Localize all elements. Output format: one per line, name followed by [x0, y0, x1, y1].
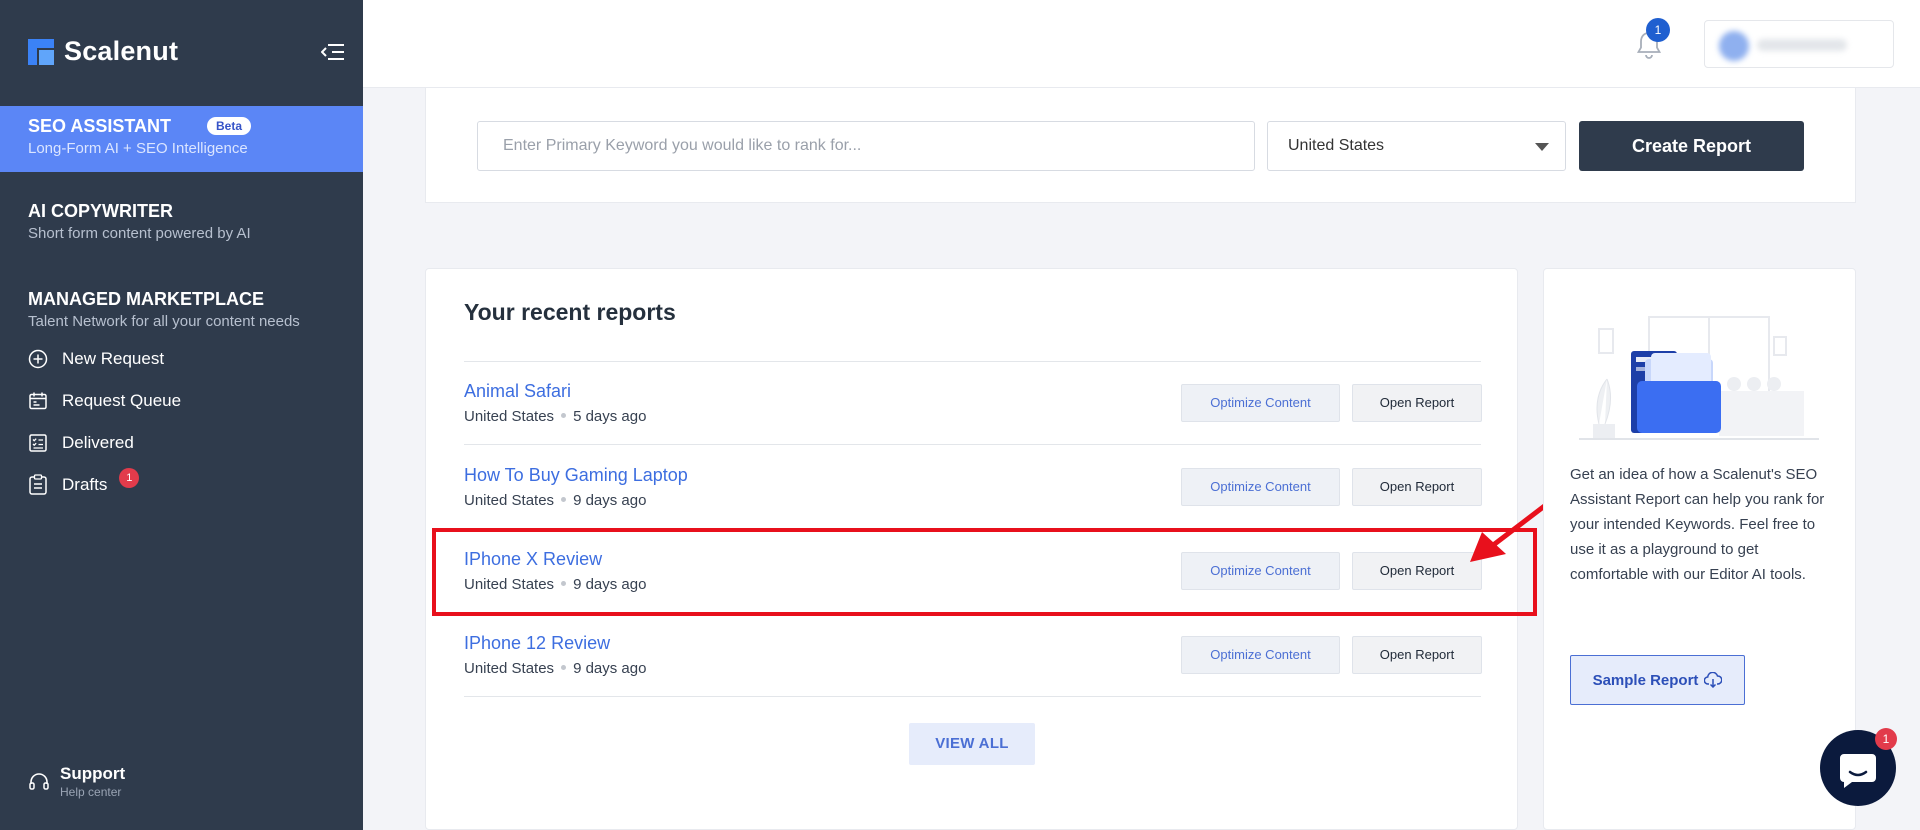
nav-title-text: SEO ASSISTANT	[28, 116, 172, 136]
headset-icon	[29, 772, 49, 790]
dot-separator	[561, 497, 567, 502]
nav-ai-copywriter[interactable]: AI COPYWRITER Short form content powered…	[0, 201, 363, 242]
sidebar-item-label: Drafts	[62, 475, 108, 494]
report-title-link[interactable]: Animal Safari	[464, 381, 571, 402]
sidebar-item-label: Delivered	[62, 433, 134, 452]
plus-circle-icon	[28, 349, 48, 369]
annotation-highlight-box	[432, 528, 1537, 616]
open-report-button[interactable]: Open Report	[1352, 636, 1482, 674]
create-report-button[interactable]: Create Report	[1579, 121, 1804, 171]
support-link[interactable]: Support Help center	[28, 764, 125, 799]
sidebar: Scalenut SEO ASSISTANT Beta Long-Form AI …	[0, 0, 363, 830]
report-title-link[interactable]: IPhone 12 Review	[464, 633, 610, 654]
sample-report-card: Get an idea of how a Scalenut's SEO Assi…	[1543, 268, 1856, 830]
keyword-search-panel: United States Create Report	[425, 88, 1856, 203]
menu-collapse-icon[interactable]	[321, 42, 345, 62]
notification-count-badge: 1	[1646, 18, 1670, 42]
report-meta: United States 9 days ago	[464, 660, 646, 677]
report-title-link[interactable]: How To Buy Gaming Laptop	[464, 465, 688, 486]
checklist-icon	[29, 434, 47, 452]
drafts-count-badge: 1	[119, 468, 140, 488]
sidebar-item-label: Request Queue	[62, 391, 182, 410]
beta-badge: Beta	[207, 117, 252, 135]
optimize-content-button[interactable]: Optimize Content	[1181, 636, 1340, 674]
support-sublabel: Help center	[60, 785, 122, 799]
primary-keyword-input[interactable]	[477, 121, 1255, 171]
dot-separator	[561, 413, 567, 418]
folder-illustration-icon	[1579, 316, 1819, 440]
scalenut-logo-icon	[28, 38, 54, 65]
sample-report-button[interactable]: Sample Report	[1570, 655, 1745, 705]
sidebar-item-request-queue[interactable]: Request Queue	[28, 391, 181, 411]
report-age: 5 days ago	[573, 408, 647, 425]
optimize-content-button[interactable]: Optimize Content	[1181, 468, 1340, 506]
calendar-icon	[29, 392, 47, 410]
divider	[464, 696, 1481, 697]
user-profile-menu[interactable]	[1704, 20, 1894, 68]
sidebar-item-label: New Request	[62, 349, 165, 368]
user-name-redacted	[1757, 39, 1847, 51]
logo-text: Scalenut	[64, 36, 179, 66]
nav-marketplace-subtitle: Talent Network for all your content need…	[28, 313, 300, 330]
logo[interactable]: Scalenut	[28, 36, 178, 67]
divider	[464, 444, 1481, 445]
sample-report-label: Sample Report	[1592, 671, 1699, 689]
caret-down-icon	[1535, 143, 1549, 151]
top-bar	[363, 0, 1920, 88]
nav-seo-assistant[interactable]: SEO ASSISTANT Beta Long-Form AI + SEO Int…	[0, 106, 363, 172]
optimize-content-button[interactable]: Optimize Content	[1181, 384, 1340, 422]
sidebar-item-delivered[interactable]: Delivered	[28, 433, 134, 453]
nav-marketplace-title: MANAGED MARKETPLACE	[28, 289, 264, 309]
nav-ai-copywriter-subtitle: Short form content powered by AI	[28, 225, 251, 242]
dot-separator	[561, 665, 567, 670]
report-country: United States	[464, 660, 555, 677]
sample-report-description: Get an idea of how a Scalenut's SEO Assi…	[1570, 466, 1825, 583]
report-age: 9 days ago	[573, 660, 647, 677]
country-select[interactable]: United States	[1267, 121, 1566, 171]
chat-unread-badge: 1	[1875, 728, 1897, 750]
nav-seo-assistant-title: SEO ASSISTANT Beta	[28, 116, 363, 137]
sidebar-item-new-request[interactable]: New Request	[28, 349, 164, 369]
nav-ai-copywriter-title: AI COPYWRITER	[28, 201, 174, 221]
report-age: 9 days ago	[573, 492, 647, 509]
report-row: How To Buy Gaming Laptop United States 9 …	[464, 446, 1482, 530]
report-meta: United States 5 days ago	[464, 408, 646, 425]
nav-managed-marketplace[interactable]: MANAGED MARKETPLACE Talent Network for a…	[0, 289, 363, 330]
view-all-button[interactable]: VIEW ALL	[909, 723, 1035, 765]
nav-seo-assistant-subtitle: Long-Form AI + SEO Intelligence	[28, 140, 248, 157]
report-country: United States	[464, 408, 555, 425]
country-select-value: United States	[1288, 137, 1385, 154]
clipboard-icon	[29, 474, 47, 495]
report-country: United States	[464, 492, 555, 509]
avatar	[1719, 31, 1749, 61]
recent-reports-title: Your recent reports	[464, 299, 676, 325]
report-meta: United States 9 days ago	[464, 492, 646, 509]
open-report-button[interactable]: Open Report	[1352, 384, 1482, 422]
support-label: Support	[60, 764, 126, 783]
report-row: IPhone 12 Review United States 9 days ago…	[464, 614, 1482, 698]
sidebar-item-drafts[interactable]: Drafts 1	[28, 468, 140, 496]
report-row: Animal Safari United States 5 days ago Op…	[464, 362, 1482, 446]
cloud-download-icon	[1704, 672, 1723, 688]
